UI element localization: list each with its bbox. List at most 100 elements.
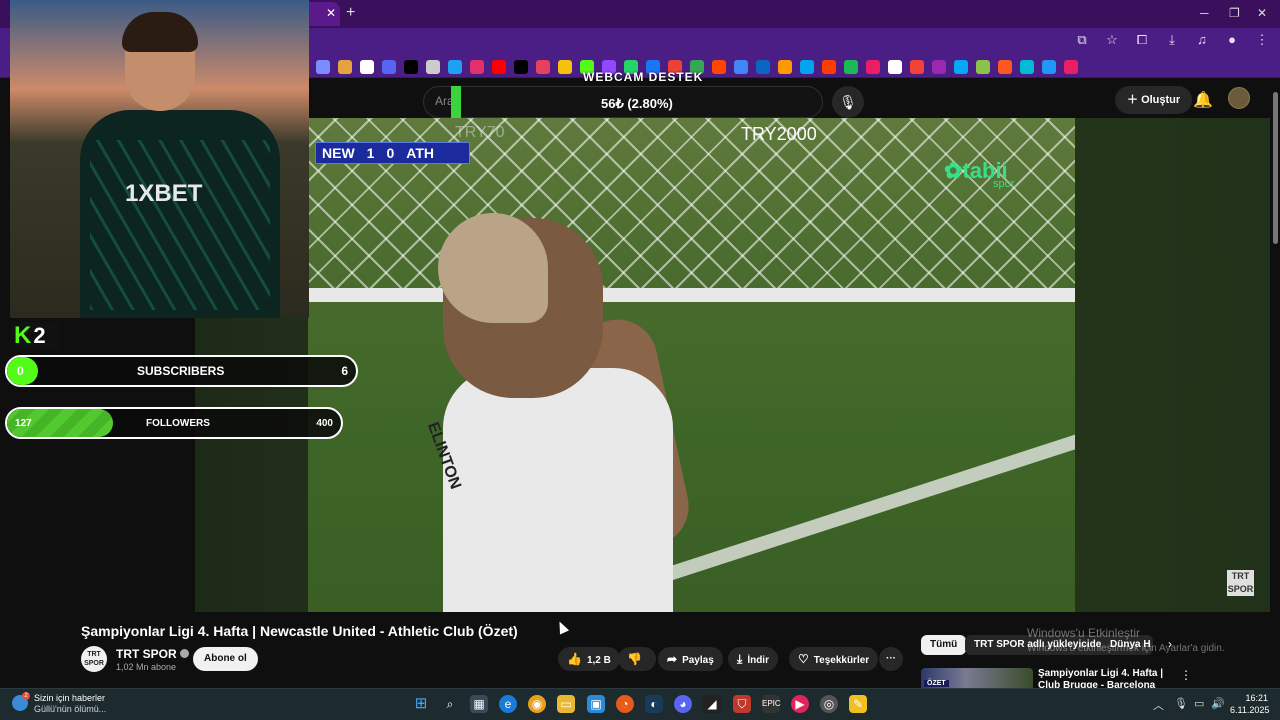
close-tab-icon[interactable]: ✕ — [326, 6, 336, 20]
like-button[interactable]: 👍 1,2 B — [558, 647, 620, 671]
followers-target: 400 — [316, 418, 333, 429]
media-player-icon[interactable]: ▶ — [791, 695, 809, 713]
news-title[interactable]: Sizin için haberler — [34, 693, 105, 703]
bookmark-favicon-icon[interactable] — [888, 60, 902, 74]
subscribe-button[interactable]: Abone ol — [193, 647, 258, 671]
recommendation-title[interactable]: Şampiyonlar Ligi 4. Hafta | Club Brugge … — [1038, 668, 1173, 688]
thanks-button[interactable]: ♡ Teşekkürler — [789, 647, 879, 671]
download-button[interactable]: ⤓ İndir — [728, 647, 778, 671]
display-icon[interactable]: ▭ — [1194, 697, 1204, 710]
goal-crossbar — [308, 288, 1075, 302]
share-icon: ➦ — [667, 652, 678, 666]
bookmark-favicon-icon[interactable] — [998, 60, 1012, 74]
bookmark-favicon-icon[interactable] — [822, 60, 836, 74]
bookmark-favicon-icon[interactable] — [866, 60, 880, 74]
bookmark-favicon-icon[interactable] — [426, 60, 440, 74]
steam-icon[interactable]: ◐ — [645, 695, 663, 713]
search-icon[interactable]: ⌕ — [441, 695, 459, 713]
voice-search-icon[interactable]: 🎙 — [832, 86, 864, 118]
extensions-icon[interactable]: ⧠ — [1134, 32, 1150, 48]
thumbs-up-icon: 👍 — [567, 652, 582, 666]
account-avatar[interactable] — [1228, 87, 1250, 109]
bookmark-favicon-icon[interactable] — [514, 60, 528, 74]
bookmark-favicon-icon[interactable] — [734, 60, 748, 74]
bookmark-favicon-icon[interactable] — [404, 60, 418, 74]
more-actions-button[interactable]: ··· — [879, 647, 903, 671]
dislike-button[interactable]: 👎 — [618, 647, 656, 671]
share-button[interactable]: ➦ Paylaş — [658, 647, 723, 671]
downloads-icon[interactable]: ⤓ — [1164, 32, 1180, 48]
recommendation-badge: ÖZET — [924, 680, 949, 687]
scrollbar-thumb[interactable] — [1273, 92, 1278, 244]
video-frame[interactable] — [308, 118, 1075, 612]
volume-icon[interactable]: 🔊 — [1211, 697, 1225, 710]
thumbs-down-icon: 👎 — [627, 652, 642, 666]
remote-desktop-icon[interactable]: ▣ — [587, 695, 605, 713]
trt-corner-logo: TRT SPOR — [1227, 570, 1254, 596]
donation-progress-bar — [451, 86, 461, 118]
download-icon: ⤓ — [737, 652, 743, 666]
windows-start-icon[interactable]: ⊞ — [412, 695, 430, 713]
maximize-icon[interactable]: ❐ — [1229, 6, 1240, 20]
microphone-icon[interactable]: 🎙 — [1174, 697, 1188, 710]
windows-activate-sub: Windows'u etkinleştirmek için Ayarlar'a … — [1027, 643, 1225, 654]
scorebug-home-score: 1 — [366, 145, 375, 161]
epic-games-icon[interactable]: EPIC — [762, 695, 781, 713]
create-button[interactable]: ＋ Oluştur — [1115, 86, 1193, 114]
bookmark-favicon-icon[interactable] — [492, 60, 506, 74]
shield-icon[interactable]: ⛉ — [733, 695, 751, 713]
browser-menu-icon[interactable]: ⋮ — [1254, 32, 1270, 48]
bookmark-favicon-icon[interactable] — [800, 60, 814, 74]
bookmark-favicon-icon[interactable] — [778, 60, 792, 74]
chrome-icon[interactable]: ◉ — [528, 695, 546, 713]
install-app-icon[interactable]: ⧉ — [1074, 32, 1090, 48]
clock-date[interactable]: 6.11.2025 — [1230, 705, 1269, 715]
bookmark-favicon-icon[interactable] — [316, 60, 330, 74]
minimize-icon[interactable]: ─ — [1200, 6, 1209, 20]
profile-icon[interactable]: ● — [1224, 32, 1240, 48]
player-shirt — [443, 368, 673, 612]
app-orange-icon[interactable]: ◔ — [616, 695, 634, 713]
close-window-icon[interactable]: ✕ — [1257, 6, 1267, 20]
notifications-bell-icon[interactable]: 🔔 — [1193, 90, 1213, 110]
bookmark-favicon-icon[interactable] — [470, 60, 484, 74]
scorebug-home: NEW — [322, 145, 355, 161]
bookmark-favicon-icon[interactable] — [1042, 60, 1056, 74]
scorebug: NEW 1 0 ATH — [315, 142, 470, 164]
bookmark-favicon-icon[interactable] — [932, 60, 946, 74]
bookmark-favicon-icon[interactable] — [954, 60, 968, 74]
bookmark-favicon-icon[interactable] — [536, 60, 550, 74]
recommendation-menu-icon[interactable]: ⋮ — [1180, 668, 1192, 682]
clock-time[interactable]: 16:21 — [1238, 693, 1268, 703]
discord-icon[interactable]: ◕ — [674, 695, 692, 713]
bookmark-favicon-icon[interactable] — [844, 60, 858, 74]
bookmark-favicon-icon[interactable] — [1064, 60, 1078, 74]
like-count: 1,2 B — [586, 655, 611, 666]
bookmark-favicon-icon[interactable] — [382, 60, 396, 74]
bookmark-favicon-icon[interactable] — [448, 60, 462, 74]
verified-icon — [179, 649, 189, 658]
bookmark-favicon-icon[interactable] — [712, 60, 726, 74]
bookmark-favicon-icon[interactable] — [910, 60, 924, 74]
chrome-profile-icon[interactable]: ◎ — [820, 695, 838, 713]
bookmark-star-icon[interactable]: ☆ — [1104, 32, 1120, 48]
channel-avatar[interactable]: TRT SPOR — [81, 646, 107, 672]
news-subtitle[interactable]: Güllü'nün ölümü... — [34, 704, 106, 714]
media-icon[interactable]: ♫ — [1194, 32, 1210, 48]
edge-icon[interactable]: e — [499, 695, 517, 713]
file-explorer-icon[interactable]: ▭ — [557, 695, 575, 713]
bookmark-favicon-icon[interactable] — [756, 60, 770, 74]
store-icon[interactable]: ▦ — [470, 695, 488, 713]
channel-name[interactable]: TRT SPOR — [116, 647, 189, 661]
bookmark-favicon-icon[interactable] — [360, 60, 374, 74]
obs-icon[interactable]: ◢ — [703, 695, 721, 713]
bookmark-favicon-icon[interactable] — [338, 60, 352, 74]
windows-activate-title: Windows'u Etkinleştir — [1027, 626, 1140, 640]
tray-chevron-icon[interactable]: ︿ — [1153, 697, 1164, 713]
new-tab-button[interactable]: + — [346, 4, 355, 22]
bookmark-favicon-icon[interactable] — [558, 60, 572, 74]
bookmark-favicon-icon[interactable] — [976, 60, 990, 74]
bookmark-favicon-icon[interactable] — [1020, 60, 1034, 74]
sticky-notes-icon[interactable]: ✎ — [849, 695, 867, 713]
chip-all[interactable]: Tümü — [921, 635, 967, 655]
